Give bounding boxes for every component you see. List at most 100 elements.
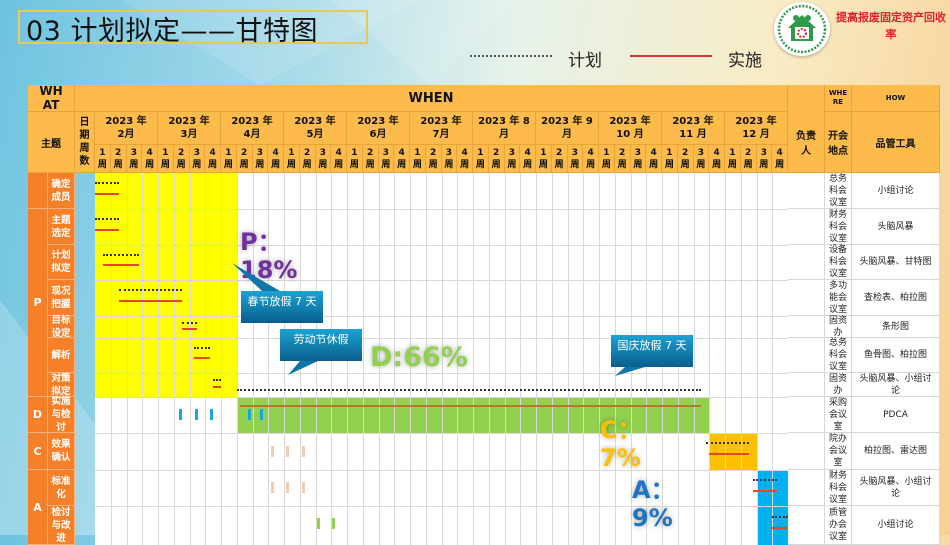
week-unit: 周: [271, 159, 281, 170]
week-header: 3周: [378, 145, 395, 173]
check-phase-fill: [709, 433, 757, 470]
do-progress-marker: [248, 409, 251, 420]
week-header: 1周: [410, 145, 426, 173]
month-year: 2023 年: [609, 116, 651, 127]
header-date-char: 数: [79, 156, 90, 167]
responsible-cell: [788, 173, 825, 209]
month-header: 2023 年 12 月: [725, 112, 788, 145]
plan-bar: [181, 321, 198, 324]
month-year: 2023 年: [231, 116, 273, 127]
week-number: 1: [666, 147, 673, 158]
header-date-weeks: 日期周数: [75, 112, 95, 173]
week-unit: 周: [113, 159, 123, 170]
month-name: 7月: [432, 129, 450, 140]
week-number: 3: [193, 147, 200, 158]
qc-tool-cell: 头脑风暴: [852, 209, 940, 245]
gantt-table: WHATWHENWHOWHEREHOW主题日期周数2023 年2月1周2周3周4…: [28, 84, 940, 545]
week-number: 3: [697, 147, 704, 158]
grid-hline: [95, 506, 788, 507]
grid-hline: [95, 397, 788, 398]
week-number: 3: [445, 147, 452, 158]
week-header: 1周: [662, 145, 678, 173]
week-number: 2: [555, 147, 563, 158]
week-header: 1周: [158, 145, 174, 173]
week-unit: 周: [759, 159, 769, 170]
grid-vline: [740, 173, 742, 545]
grid-vline: [189, 173, 191, 545]
header-meeting-place: 开会地点: [825, 112, 852, 173]
week-header: 1周: [536, 145, 552, 173]
responsible-cell: [788, 209, 825, 245]
week-header: 3周: [630, 145, 647, 173]
month-year: 2023 年 8: [478, 116, 530, 127]
week-number: 1: [162, 147, 169, 158]
header-date-char: 日: [79, 117, 90, 128]
week-header: 2周: [614, 145, 631, 173]
week-header: 2周: [551, 145, 568, 173]
week-unit: 周: [538, 159, 548, 170]
task-name: 确定成员: [48, 173, 75, 209]
week-number: 2: [744, 147, 752, 158]
actual-bar: [709, 453, 749, 456]
week-unit: 周: [302, 159, 312, 170]
grid-vline: [126, 173, 128, 545]
week-header: 4周: [331, 145, 347, 173]
week-header: 3周: [567, 145, 584, 173]
week-number: 3: [571, 147, 578, 158]
week-number: 2: [681, 147, 689, 158]
week-header: 3周: [756, 145, 773, 173]
qc-tool-cell: 小组讨论: [852, 173, 940, 209]
do-percentage: D:66%: [370, 342, 468, 373]
week-unit: 周: [129, 159, 139, 170]
month-header: 2023 年 6月: [347, 112, 410, 145]
grid-vline: [520, 173, 522, 545]
grid-hline: [95, 209, 788, 210]
week-number: 2: [303, 147, 311, 158]
task-name: 解析: [48, 338, 75, 373]
week-header: 2周: [299, 145, 316, 173]
grid-vline: [473, 173, 474, 545]
do-progress-marker: [195, 409, 198, 420]
plan-bar: [236, 389, 702, 391]
week-header: 1周: [95, 145, 111, 173]
header-qc-tools: 品管工具: [852, 112, 940, 173]
week-number: 4: [776, 147, 783, 158]
plan-bar: [118, 289, 182, 291]
qc-tool-cell: 头脑风暴、小组讨论: [852, 373, 940, 397]
week-number: 4: [398, 147, 405, 158]
grid-vline: [488, 173, 490, 545]
month-year: 2023 年 9: [541, 116, 593, 127]
actual-bar: [239, 405, 702, 407]
meeting-place-cell: 财务科会议室: [825, 470, 852, 506]
week-unit: 周: [444, 159, 454, 170]
grid-hline: [95, 280, 788, 281]
responsible-cell: [788, 280, 825, 316]
grid-vline: [362, 173, 364, 545]
week-unit: 周: [365, 159, 375, 170]
month-name: 4月: [243, 129, 261, 140]
legend: 计划 实施: [470, 48, 800, 72]
meeting-place-cell: 固资办: [825, 316, 852, 338]
legend-actual-line: [630, 55, 712, 57]
grid-vline: [551, 173, 553, 545]
actual-bar: [102, 264, 140, 267]
qc-tool-cell: 头脑风暴、小组讨论: [852, 470, 940, 506]
responsible-cell: [788, 470, 825, 506]
qc-tool-cell: 小组讨论: [852, 506, 940, 545]
week-number: 1: [540, 147, 547, 158]
task-name: 效果确认: [48, 433, 75, 470]
week-header: 3周: [126, 145, 143, 173]
week-header: 2周: [173, 145, 190, 173]
qc-tool-cell: 查检表、柏拉图: [852, 280, 940, 316]
week-header: 2周: [740, 145, 757, 173]
week-header: 1周: [284, 145, 300, 173]
grid-vline: [221, 173, 222, 545]
week-header: 2周: [488, 145, 505, 173]
week-number: 2: [492, 147, 500, 158]
month-header: 2023 年 2月: [95, 112, 158, 145]
week-unit: 周: [412, 159, 422, 170]
task-name: 标准化: [48, 470, 75, 506]
week-unit: 周: [397, 159, 407, 170]
week-unit: 周: [743, 159, 753, 170]
month-year: 2023 年: [672, 116, 714, 127]
